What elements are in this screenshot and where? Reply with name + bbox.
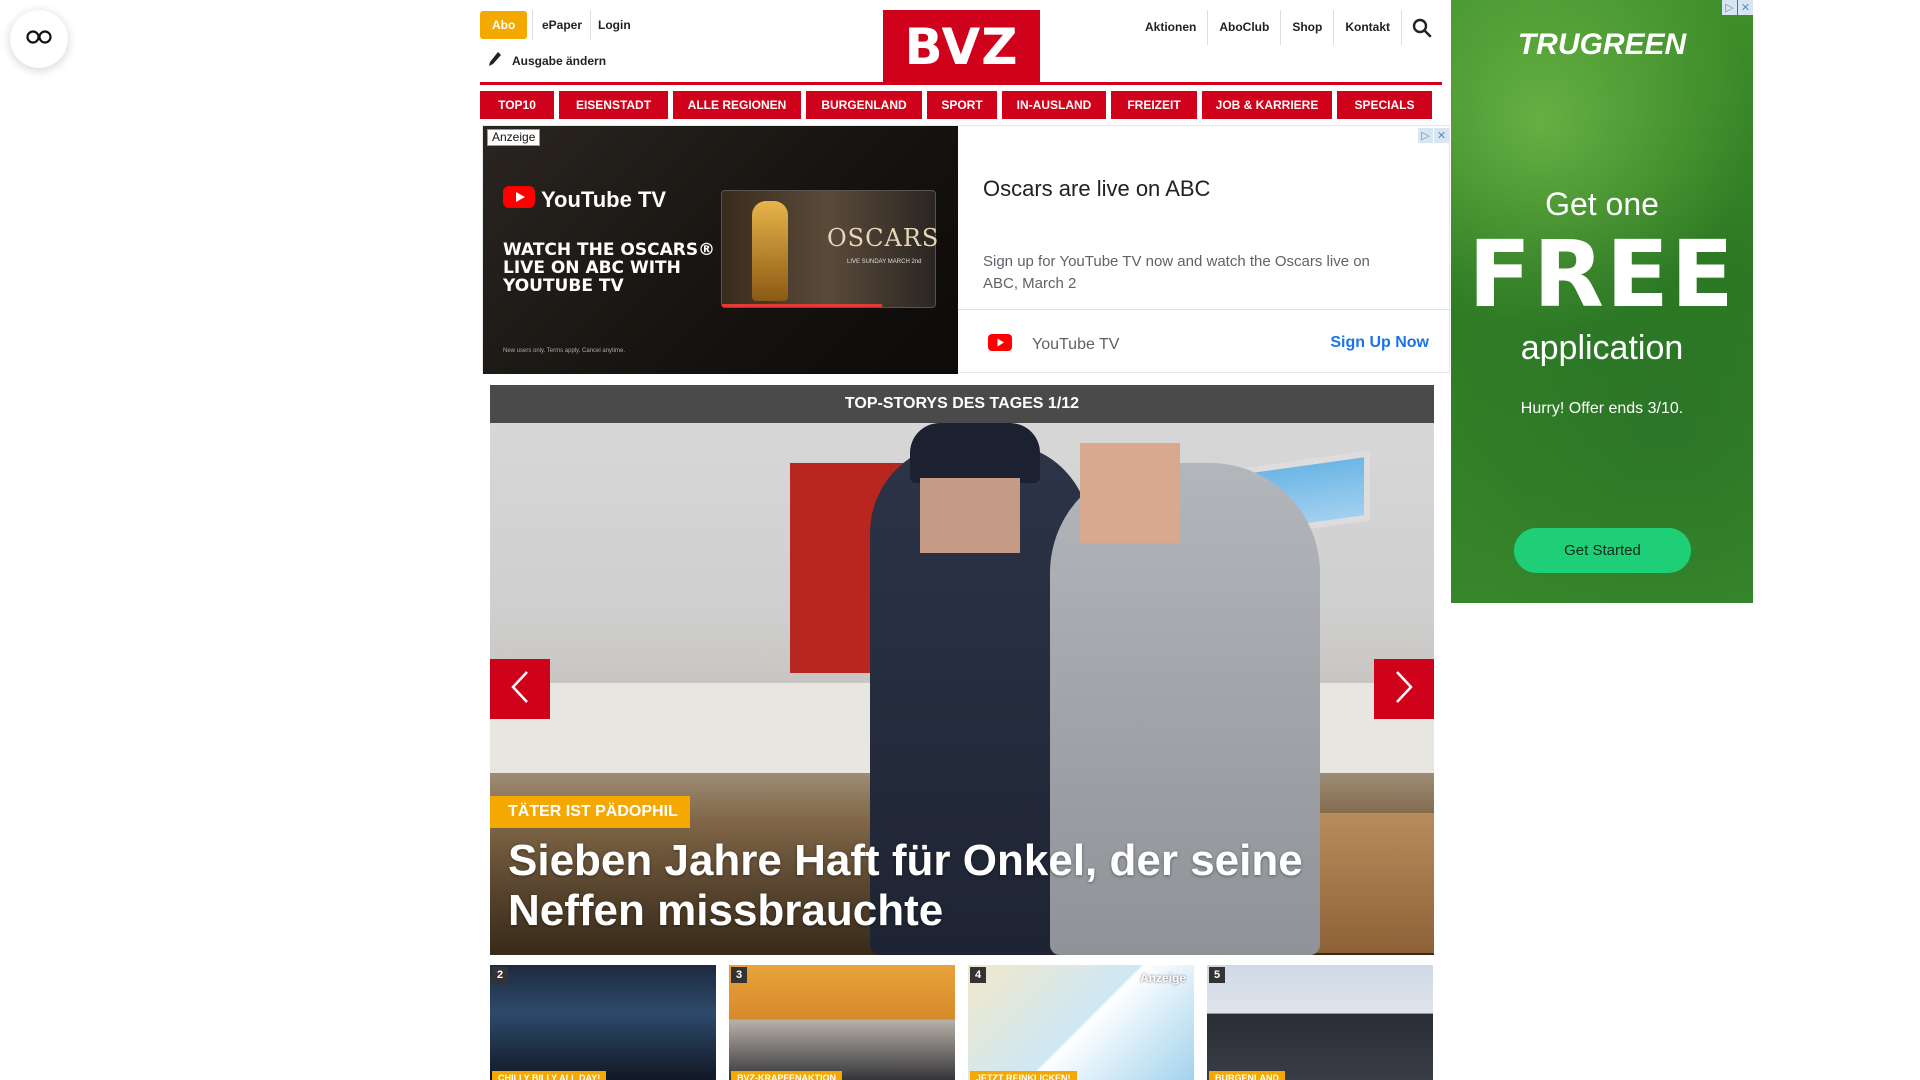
nav-item-eisenstadt[interactable]: EISENSTADT: [559, 91, 668, 119]
banner-ad[interactable]: Anzeige YouTube TV WATCH THE OSCARS® LIV…: [482, 125, 1451, 374]
story-thumb[interactable]: 4 Anzeige JETZT REINKLICKEN!: [968, 965, 1194, 1080]
story-thumb-number: 5: [1209, 967, 1225, 983]
hero-story[interactable]: TÄTER IST PÄDOPHIL Sieben Jahre Haft für…: [490, 423, 1434, 955]
video-progress-bar: [722, 304, 882, 307]
nav-item-burgenland[interactable]: BURGENLAND: [806, 91, 922, 119]
adchoices-icon[interactable]: ▷: [1722, 0, 1737, 15]
chevron-right-icon: [1394, 670, 1414, 709]
nav-item-sport[interactable]: SPORT: [927, 91, 997, 119]
get-started-button[interactable]: Get Started: [1514, 528, 1691, 573]
glasses-icon: [26, 29, 52, 49]
youtube-tv-logo-text: YouTube TV: [541, 187, 667, 212]
top-stories: TOP-STORYS DES TAGES 1/12 TÄTER IST PÄDO…: [490, 385, 1434, 1080]
close-ad-icon[interactable]: ✕: [1738, 0, 1753, 15]
story-thumb[interactable]: 2 CHILLY BILLY ALL DAY!: [490, 965, 716, 1080]
oscars-video-card: OSCARS LIVE SUNDAY MARCH 2nd: [721, 190, 940, 308]
change-edition-label: Ausgabe ändern: [512, 53, 607, 68]
sky-ad-line3: application: [1520, 329, 1684, 367]
reader-mode-button[interactable]: [10, 10, 68, 68]
story-thumb-tag: JETZT REINKLICKEN!: [970, 1071, 1077, 1080]
nav-item-top10[interactable]: TOP10: [480, 91, 554, 119]
search-icon[interactable]: [1402, 10, 1442, 45]
ad-advertiser: YouTube TV: [988, 334, 1119, 356]
ad-divider: [958, 309, 1451, 310]
aboclub-link[interactable]: AboClub: [1208, 10, 1282, 45]
sky-ad-offer: Hurry! Offer ends 3/10.: [1520, 400, 1684, 417]
hero-photo-blurred-face: [1080, 443, 1180, 543]
hero-headline[interactable]: Sieben Jahre Haft für Onkel, der seine N…: [508, 836, 1408, 936]
nav-item-specials[interactable]: SPECIALS: [1337, 91, 1432, 119]
site-logo[interactable]: BVZ: [883, 10, 1040, 83]
login-link[interactable]: Login: [598, 11, 631, 39]
trugreen-logo: TRUGREEN: [1517, 28, 1687, 61]
ad-fineprint: New users only. Terms apply. Cancel anyt…: [503, 348, 626, 354]
divider: [590, 10, 591, 40]
hero-kicker: TÄTER IST PÄDOPHIL: [490, 796, 690, 828]
pen-icon: [488, 51, 502, 70]
nav-item-alle-regionen[interactable]: ALLE REGIONEN: [673, 91, 801, 119]
header-divider: [480, 82, 1442, 85]
story-thumb-tag: BVZ-KRAPFENAKTION: [731, 1071, 842, 1080]
youtube-icon: [988, 334, 1012, 356]
nav-item-freizeit[interactable]: FREIZEIT: [1111, 91, 1197, 119]
divider: [532, 10, 533, 40]
story-thumb-tag: CHILLY BILLY ALL DAY!: [492, 1071, 607, 1080]
header-left: Abo ePaper Login Ausgabe ändern: [480, 10, 740, 70]
sign-up-button[interactable]: Sign Up Now: [1330, 334, 1429, 352]
ad-image[interactable]: Anzeige YouTube TV WATCH THE OSCARS® LIV…: [483, 126, 958, 374]
chevron-left-icon: [510, 670, 530, 709]
header-right: Aktionen AboClub Shop Kontakt: [1134, 10, 1442, 45]
ad-description: Sign up for YouTube TV now and watch the…: [983, 253, 1370, 292]
story-thumb-number: 2: [492, 967, 508, 983]
sky-ad-line2: FREE: [1468, 221, 1736, 328]
carousel-prev-button[interactable]: [490, 659, 550, 719]
adchoices: ▷ ✕: [1418, 128, 1449, 143]
ad-title[interactable]: Oscars are live on ABC: [983, 176, 1210, 202]
adchoices: ▷ ✕: [1722, 0, 1753, 15]
nav-item-job-karriere[interactable]: JOB & KARRIERE: [1202, 91, 1332, 119]
hero-photo-blurred-face: [920, 478, 1020, 553]
close-ad-icon[interactable]: ✕: [1434, 128, 1449, 143]
story-thumb-number: 3: [731, 967, 747, 983]
story-thumbnails: 2 CHILLY BILLY ALL DAY! 3 BVZ-KRAPFENAKT…: [490, 965, 1434, 1080]
youtube-play-icon: [503, 186, 535, 214]
epaper-link[interactable]: ePaper: [542, 11, 582, 39]
hero-photo-cap: [910, 423, 1040, 483]
ad-advertiser-name: YouTube TV: [1032, 336, 1120, 353]
oscars-date: LIVE SUNDAY MARCH 2nd: [847, 259, 922, 265]
change-edition-link[interactable]: Ausgabe ändern: [488, 51, 606, 70]
nav-item-in-ausland[interactable]: IN-AUSLAND: [1002, 91, 1106, 119]
skyscraper-ad[interactable]: ▷ ✕ TRUGREEN Get one FREE application Hu…: [1451, 0, 1753, 603]
oscar-statue-image: [752, 201, 788, 301]
shop-link[interactable]: Shop: [1281, 10, 1335, 45]
adchoices-icon[interactable]: ▷: [1418, 128, 1433, 143]
story-thumb-ad-label: Anzeige: [1139, 971, 1186, 985]
oscars-wordmark: OSCARS: [827, 224, 940, 252]
kontakt-link[interactable]: Kontakt: [1334, 10, 1402, 45]
sky-ad-line1: Get one: [1545, 186, 1659, 222]
carousel-next-button[interactable]: [1374, 659, 1434, 719]
top-stories-title: TOP-STORYS DES TAGES 1/12: [490, 385, 1434, 423]
ad-label: Anzeige: [487, 129, 541, 146]
ad-body: Oscars are live on ABC Sign up for YouTu…: [958, 126, 1451, 374]
abo-button[interactable]: Abo: [480, 11, 528, 39]
story-thumb-tag: BURGENLAND: [1209, 1071, 1285, 1080]
ad-image-headline: WATCH THE OSCARS® LIVE ON ABC WITH YOUTU…: [503, 240, 716, 296]
story-thumb[interactable]: 5 BURGENLAND: [1207, 965, 1433, 1080]
aktionen-link[interactable]: Aktionen: [1134, 10, 1209, 45]
main-nav: TOP10 EISENSTADT ALLE REGIONEN BURGENLAN…: [480, 91, 1442, 119]
youtube-tv-logo: YouTube TV: [503, 186, 666, 214]
story-thumb-number: 4: [970, 967, 986, 983]
story-thumb[interactable]: 3 BVZ-KRAPFENAKTION: [729, 965, 955, 1080]
